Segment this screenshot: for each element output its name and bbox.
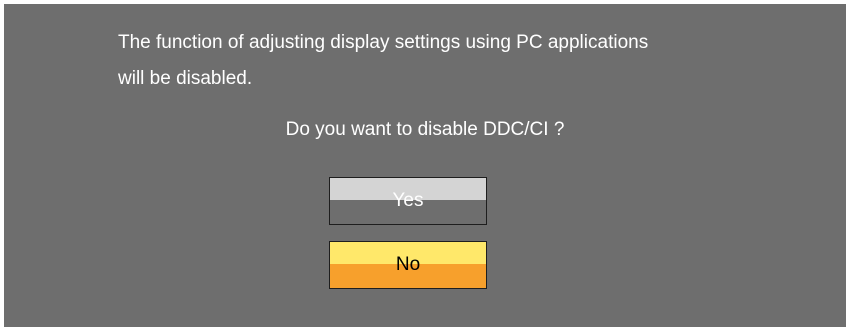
yes-button[interactable]: Yes bbox=[329, 177, 487, 225]
message-line-1: The function of adjusting display settin… bbox=[118, 32, 649, 53]
no-button[interactable]: No bbox=[329, 241, 487, 289]
ddc-ci-confirm-dialog: The function of adjusting display settin… bbox=[4, 4, 846, 327]
message-line-2: will be disabled. bbox=[118, 68, 253, 89]
question-text: Do you want to disable DDC/CI ? bbox=[285, 119, 565, 140]
